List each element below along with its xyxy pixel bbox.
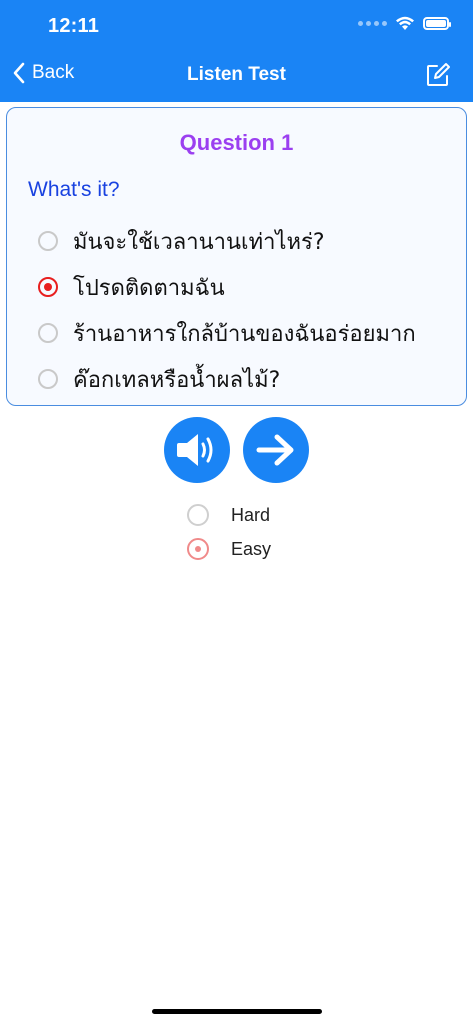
radio-button[interactable] xyxy=(38,323,58,343)
question-prompt: What's it? xyxy=(28,178,120,201)
question-card: Question 1 What's it? มันจะใช้เวลานานเท่… xyxy=(6,107,467,406)
difficulty-label: Hard xyxy=(231,504,271,525)
answer-option-label: โปรดติดตามฉัน xyxy=(73,275,225,301)
navigation-header: 12:11 Back Listen Test xyxy=(0,0,473,102)
answer-option-label: มันจะใช้เวลานานเท่าไหร่? xyxy=(73,229,325,255)
answer-option-1[interactable]: มันจะใช้เวลานานเท่าไหร่? xyxy=(38,218,458,264)
answer-option-label: ร้านอาหารใกล้บ้านของฉันอร่อยมาก xyxy=(73,321,416,347)
radio-button[interactable] xyxy=(38,231,58,251)
speaker-icon xyxy=(177,434,213,466)
status-time: 12:11 xyxy=(48,15,100,37)
play-audio-button[interactable] xyxy=(164,417,230,483)
edit-button[interactable] xyxy=(425,62,451,93)
status-icons xyxy=(358,16,451,31)
answer-options: มันจะใช้เวลานานเท่าไหร่? โปรดติดตามฉัน ร… xyxy=(38,218,458,402)
difficulty-label: Easy xyxy=(231,538,272,559)
radio-button[interactable] xyxy=(38,369,58,389)
page-title: Listen Test xyxy=(187,64,286,85)
answer-option-label: ค๊อกเทลหรือน้ำผลไม้? xyxy=(73,367,281,393)
next-question-button[interactable] xyxy=(243,417,309,483)
radio-button[interactable] xyxy=(187,504,209,526)
difficulty-option-hard[interactable]: Hard xyxy=(187,498,271,532)
compose-icon xyxy=(427,63,450,86)
arrow-right-icon xyxy=(256,434,294,466)
answer-option-3[interactable]: ร้านอาหารใกล้บ้านของฉันอร่อยมาก xyxy=(38,310,458,356)
difficulty-option-easy[interactable]: Easy xyxy=(187,532,271,566)
answer-option-2[interactable]: โปรดติดตามฉัน xyxy=(38,264,458,310)
answer-option-4[interactable]: ค๊อกเทลหรือน้ำผลไม้? xyxy=(38,356,458,402)
action-buttons xyxy=(164,417,309,483)
wifi-icon xyxy=(396,16,414,30)
question-title: Question 1 xyxy=(179,130,294,155)
cellular-signal-icon xyxy=(358,21,387,26)
radio-button-selected[interactable] xyxy=(38,277,58,297)
radio-button-selected[interactable] xyxy=(187,538,209,560)
home-indicator xyxy=(152,1009,322,1014)
battery-icon xyxy=(423,17,451,30)
difficulty-selector: Hard Easy xyxy=(187,498,271,566)
